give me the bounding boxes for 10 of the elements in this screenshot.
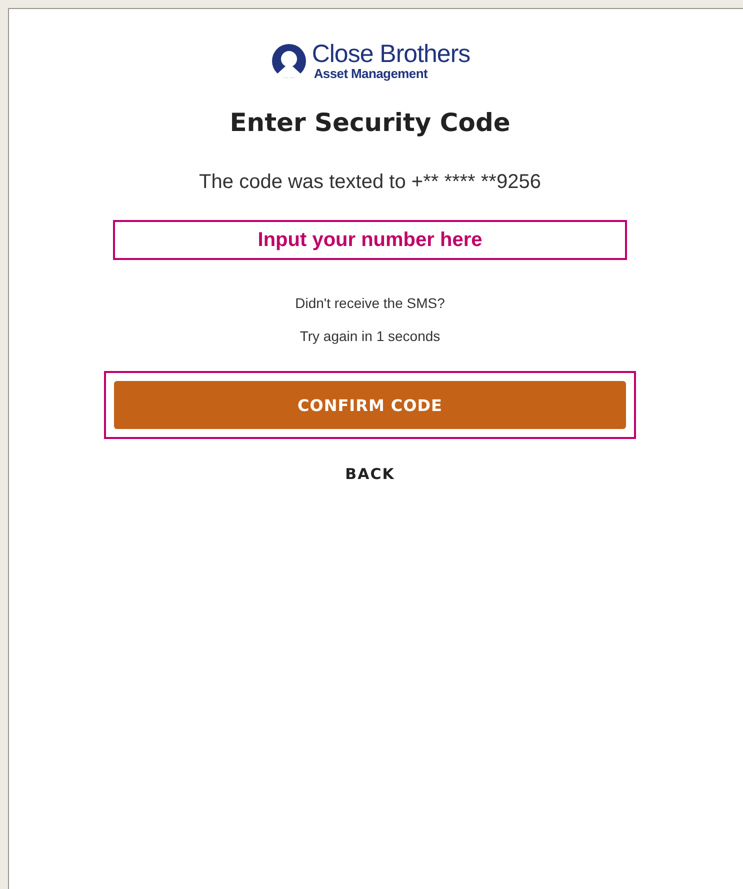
brand-subtitle: Asset Management: [314, 67, 429, 80]
page-title: Enter Security Code: [230, 108, 510, 137]
resend-countdown: Try again in 1 seconds: [300, 328, 440, 344]
confirm-button[interactable]: CONFIRM CODE: [114, 381, 626, 429]
back-link[interactable]: BACK: [345, 465, 395, 483]
sent-message: The code was texted to +** **** **9256: [199, 171, 541, 194]
brand-name: Close Brothers: [312, 42, 470, 67]
logo-icon: [270, 42, 308, 80]
code-input-field[interactable]: Input your number here: [113, 220, 627, 260]
resend-question: Didn't receive the SMS?: [295, 295, 445, 311]
